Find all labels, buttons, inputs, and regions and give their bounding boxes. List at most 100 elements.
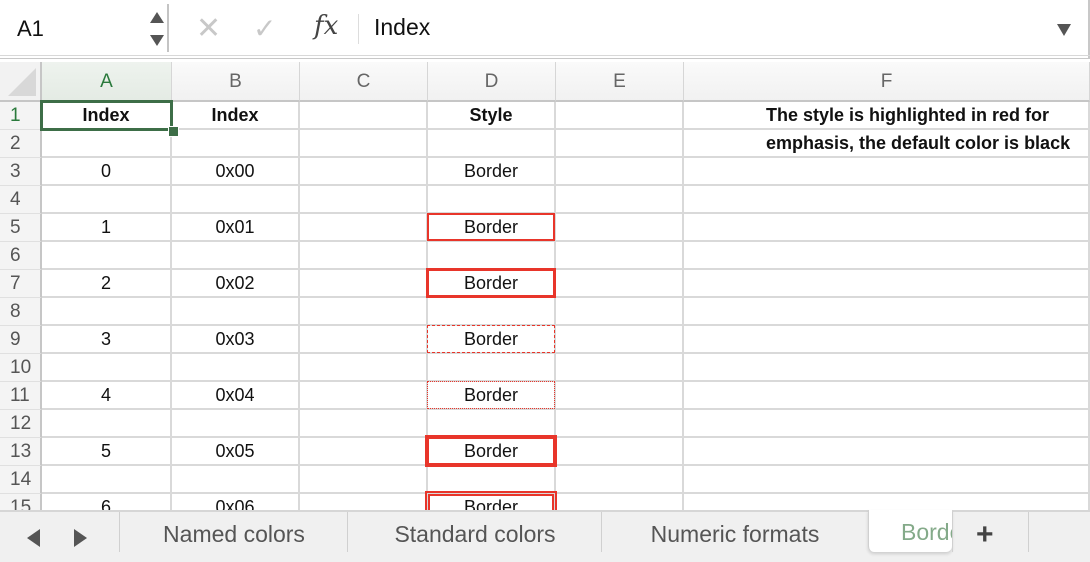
row-header-12[interactable]: 12 xyxy=(0,410,42,438)
column-header-b[interactable]: B xyxy=(172,62,300,102)
row-header-4[interactable]: 4 xyxy=(0,186,42,214)
column-header-f[interactable]: F xyxy=(684,62,1090,102)
cell-a11[interactable]: 4 xyxy=(42,382,172,410)
cell-a8[interactable] xyxy=(42,298,172,326)
row-header-2[interactable]: 2 xyxy=(0,130,42,158)
column-header-e[interactable]: E xyxy=(556,62,684,102)
cell-c4[interactable] xyxy=(300,186,428,214)
enter-check-icon[interactable]: ✓ xyxy=(253,14,276,44)
cell-e3[interactable] xyxy=(556,158,684,186)
cell-a9[interactable]: 3 xyxy=(42,326,172,354)
cell-f5[interactable] xyxy=(684,214,1090,242)
sheet-tab-named-colors[interactable]: Named colors xyxy=(119,512,348,552)
cell-e2[interactable] xyxy=(556,130,684,158)
previous-sheet-icon[interactable] xyxy=(27,529,40,547)
cell-e6[interactable] xyxy=(556,242,684,270)
sheet-tab-borders[interactable]: Borders xyxy=(868,510,952,552)
cell-e1[interactable] xyxy=(556,102,684,130)
cell-f4[interactable] xyxy=(684,186,1090,214)
name-box[interactable]: A1 xyxy=(0,4,169,52)
cell-f1[interactable]: The style is highlighted in red for xyxy=(684,102,1090,130)
cell-a15[interactable]: 6 xyxy=(42,494,172,510)
insert-function-icon[interactable]: fx xyxy=(314,11,338,41)
row-header-9[interactable]: 9 xyxy=(0,326,42,354)
cell-d11[interactable]: Border xyxy=(428,382,556,410)
cell-b12[interactable] xyxy=(172,410,300,438)
row-header-1[interactable]: 1 xyxy=(0,102,42,130)
cell-e5[interactable] xyxy=(556,214,684,242)
column-header-a[interactable]: A xyxy=(42,62,172,102)
cell-c11[interactable] xyxy=(300,382,428,410)
cell-a3[interactable]: 0 xyxy=(42,158,172,186)
row-header-13[interactable]: 13 xyxy=(0,438,42,466)
cell-f3[interactable] xyxy=(684,158,1090,186)
cell-a10[interactable] xyxy=(42,354,172,382)
cell-d5[interactable]: Border xyxy=(428,214,556,242)
cell-d9[interactable]: Border xyxy=(428,326,556,354)
cell-c1[interactable] xyxy=(300,102,428,130)
cell-f15[interactable] xyxy=(684,494,1090,510)
column-header-d[interactable]: D xyxy=(428,62,556,102)
cell-d14[interactable] xyxy=(428,466,556,494)
cell-d7[interactable]: Border xyxy=(428,270,556,298)
name-box-up-arrow-icon[interactable] xyxy=(150,12,164,23)
cell-b10[interactable] xyxy=(172,354,300,382)
cancel-icon[interactable]: ✕ xyxy=(196,14,221,44)
cell-b13[interactable]: 0x05 xyxy=(172,438,300,466)
cell-e9[interactable] xyxy=(556,326,684,354)
cell-f6[interactable] xyxy=(684,242,1090,270)
cell-c14[interactable] xyxy=(300,466,428,494)
cell-e11[interactable] xyxy=(556,382,684,410)
cell-a6[interactable] xyxy=(42,242,172,270)
cell-d15[interactable]: Border xyxy=(428,494,556,510)
cell-c12[interactable] xyxy=(300,410,428,438)
cell-a4[interactable] xyxy=(42,186,172,214)
cell-d13[interactable]: Border xyxy=(428,438,556,466)
cell-a14[interactable] xyxy=(42,466,172,494)
cell-c10[interactable] xyxy=(300,354,428,382)
cell-d12[interactable] xyxy=(428,410,556,438)
row-header-15[interactable]: 15 xyxy=(0,494,42,510)
cell-b1[interactable]: Index xyxy=(172,102,300,130)
cell-b8[interactable] xyxy=(172,298,300,326)
cell-c7[interactable] xyxy=(300,270,428,298)
row-header-3[interactable]: 3 xyxy=(0,158,42,186)
cell-c8[interactable] xyxy=(300,298,428,326)
cell-c6[interactable] xyxy=(300,242,428,270)
cell-b4[interactable] xyxy=(172,186,300,214)
row-header-5[interactable]: 5 xyxy=(0,214,42,242)
sheet-tab-standard-colors[interactable]: Standard colors xyxy=(347,512,602,552)
row-header-14[interactable]: 14 xyxy=(0,466,42,494)
cell-f13[interactable] xyxy=(684,438,1090,466)
cell-e10[interactable] xyxy=(556,354,684,382)
cell-a2[interactable] xyxy=(42,130,172,158)
cell-c13[interactable] xyxy=(300,438,428,466)
cell-e14[interactable] xyxy=(556,466,684,494)
cell-d10[interactable] xyxy=(428,354,556,382)
cell-e12[interactable] xyxy=(556,410,684,438)
name-box-down-arrow-icon[interactable] xyxy=(150,35,164,46)
cell-a12[interactable] xyxy=(42,410,172,438)
cell-e7[interactable] xyxy=(556,270,684,298)
cell-b3[interactable]: 0x00 xyxy=(172,158,300,186)
cell-b2[interactable] xyxy=(172,130,300,158)
cell-e4[interactable] xyxy=(556,186,684,214)
cell-d6[interactable] xyxy=(428,242,556,270)
cell-b11[interactable]: 0x04 xyxy=(172,382,300,410)
cell-f9[interactable] xyxy=(684,326,1090,354)
row-header-7[interactable]: 7 xyxy=(0,270,42,298)
cell-d1[interactable]: Style xyxy=(428,102,556,130)
cell-d2[interactable] xyxy=(428,130,556,158)
cell-d4[interactable] xyxy=(428,186,556,214)
cell-f14[interactable] xyxy=(684,466,1090,494)
cell-b14[interactable] xyxy=(172,466,300,494)
cell-d8[interactable] xyxy=(428,298,556,326)
cell-b6[interactable] xyxy=(172,242,300,270)
cell-a7[interactable]: 2 xyxy=(42,270,172,298)
cell-f11[interactable] xyxy=(684,382,1090,410)
cell-f8[interactable] xyxy=(684,298,1090,326)
cell-b15[interactable]: 0x06 xyxy=(172,494,300,510)
cell-c9[interactable] xyxy=(300,326,428,354)
row-header-6[interactable]: 6 xyxy=(0,242,42,270)
cell-c2[interactable] xyxy=(300,130,428,158)
